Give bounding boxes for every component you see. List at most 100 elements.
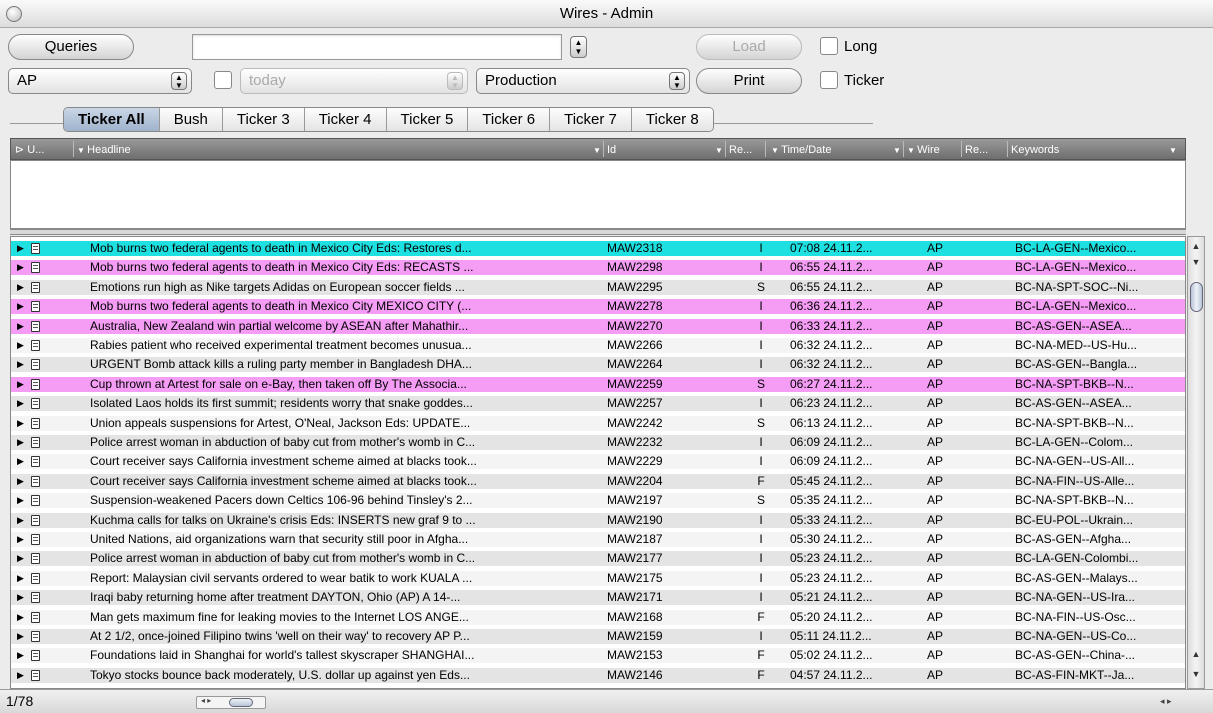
- table-row[interactable]: ▶ Mob burns two federal agents to death i…: [11, 241, 1185, 256]
- disclosure-triangle-icon[interactable]: ▶: [17, 357, 27, 372]
- pane-splitter[interactable]: [10, 229, 1186, 235]
- tab-ticker-6[interactable]: Ticker 6: [468, 108, 551, 131]
- column-header-wire[interactable]: ▼ Wire: [903, 139, 961, 159]
- row-id: MAW2242: [607, 415, 663, 430]
- table-row[interactable]: ▶ Cup thrown at Artest for sale on e-Bay,…: [11, 376, 1185, 392]
- column-header-time[interactable]: ▼ Time/Date: [767, 139, 903, 159]
- tab-ticker-3[interactable]: Ticker 3: [222, 108, 305, 131]
- column-header-headline[interactable]: ▼ Headline: [73, 139, 603, 159]
- scroll-down-arrow-icon[interactable]: ▼: [1191, 669, 1201, 679]
- table-row[interactable]: ▶ Mob burns two federal agents to death i…: [11, 299, 1185, 315]
- column-separator[interactable]: [765, 141, 766, 157]
- wire-list[interactable]: ▶ Mob burns two federal agents to death i…: [10, 236, 1186, 689]
- date-popup[interactable]: today ▲ ▼: [240, 68, 468, 94]
- tab-bush[interactable]: Bush: [159, 108, 223, 131]
- disclosure-triangle-icon[interactable]: ▶: [17, 454, 27, 469]
- long-checkbox-box[interactable]: [820, 37, 838, 55]
- row-time: 06:27 24.11.2...: [790, 376, 873, 391]
- table-row[interactable]: ▶ Isolated Laos holds its first summit; r…: [11, 396, 1185, 412]
- window-collapse-button[interactable]: [6, 6, 22, 22]
- row-revision: I: [759, 260, 763, 275]
- horizontal-scroll-thumb[interactable]: [229, 698, 253, 707]
- disclosure-triangle-icon[interactable]: ▶: [17, 280, 27, 295]
- table-row[interactable]: ▶ Tokyo stocks bounce back moderately, U.…: [11, 667, 1185, 683]
- tab-ticker-8[interactable]: Ticker 8: [631, 108, 713, 131]
- table-row[interactable]: ▶ Union appeals suspensions for Artest, O…: [11, 415, 1185, 431]
- column-menu-icon[interactable]: ▼: [889, 139, 903, 159]
- disclosure-triangle-icon[interactable]: ▶: [17, 648, 27, 663]
- queries-button[interactable]: Queries: [8, 34, 134, 60]
- scroll-up-arrow-icon[interactable]: ▲: [1191, 241, 1201, 251]
- long-checkbox[interactable]: Long: [820, 36, 877, 58]
- table-row[interactable]: ▶ Australia, New Zealand win partial welc…: [11, 318, 1185, 334]
- column-menu-icon[interactable]: ▼: [711, 139, 725, 159]
- table-row[interactable]: ▶ Kuchma calls for talks on Ukraine's cri…: [11, 512, 1185, 528]
- disclosure-triangle-icon[interactable]: ▶: [17, 435, 27, 450]
- tab-ticker-5[interactable]: Ticker 5: [386, 108, 469, 131]
- column-header-rel[interactable]: Re...: [961, 139, 1007, 159]
- table-row[interactable]: ▶ URGENT Bomb attack kills a ruling party…: [11, 357, 1185, 373]
- table-row[interactable]: ▶ At 2 1/2, once-joined Filipino twins 'w…: [11, 629, 1185, 644]
- disclosure-triangle-icon[interactable]: ▶: [17, 319, 27, 334]
- disclosure-triangle-icon[interactable]: ▶: [17, 513, 27, 528]
- disclosure-triangle-icon[interactable]: ▶: [17, 241, 27, 256]
- load-button[interactable]: Load: [696, 34, 802, 60]
- disclosure-triangle-icon[interactable]: ▶: [17, 610, 27, 625]
- disclosure-triangle-icon[interactable]: ▶: [17, 416, 27, 431]
- table-row[interactable]: ▶ Police arrest woman in abduction of bab…: [11, 551, 1185, 567]
- column-header-revision[interactable]: Re...: [725, 139, 765, 159]
- horizontal-scrollbar[interactable]: ◂ ▸: [196, 696, 266, 709]
- date-checkbox-box[interactable]: [214, 71, 232, 89]
- column-header-keywords[interactable]: Keywords: [1007, 139, 1167, 159]
- column-header-urgency[interactable]: ⊳ U...: [11, 139, 73, 159]
- horizontal-arrows-icon[interactable]: ◂ ▸: [1160, 696, 1172, 707]
- table-row[interactable]: ▶ Court receiver says California investme…: [11, 454, 1185, 470]
- date-checkbox[interactable]: [214, 70, 238, 92]
- row-revision: I: [759, 551, 763, 566]
- disclosure-triangle-icon[interactable]: ▶: [17, 590, 27, 605]
- disclosure-triangle-icon[interactable]: ▶: [17, 532, 27, 547]
- environment-popup-value: Production: [485, 72, 557, 89]
- disclosure-triangle-icon[interactable]: ▶: [17, 377, 27, 392]
- scroll-down-arrow-icon[interactable]: ▼: [1191, 257, 1201, 267]
- disclosure-triangle-icon[interactable]: ▶: [17, 338, 27, 353]
- column-header-id[interactable]: Id: [603, 139, 723, 159]
- ticker-checkbox-box[interactable]: [820, 71, 838, 89]
- scroll-up-arrow-icon[interactable]: ▲: [1191, 649, 1201, 659]
- table-row[interactable]: ▶ Iraqi baby returning home after treatme…: [11, 590, 1185, 606]
- tab-ticker-7[interactable]: Ticker 7: [550, 108, 632, 131]
- table-row[interactable]: ▶ Suspension-weakened Pacers down Celtics…: [11, 493, 1185, 509]
- tab-ticker-4[interactable]: Ticker 4: [304, 108, 387, 131]
- disclosure-triangle-icon[interactable]: ▶: [17, 396, 27, 411]
- ticker-checkbox[interactable]: Ticker: [820, 70, 884, 92]
- tab-ticker-all[interactable]: Ticker All: [64, 108, 160, 131]
- source-popup[interactable]: AP ▲ ▼: [8, 68, 192, 94]
- table-row[interactable]: ▶ Foundations laid in Shanghai for world'…: [11, 648, 1185, 664]
- table-row[interactable]: ▶ Police arrest woman in abduction of bab…: [11, 435, 1185, 450]
- table-row[interactable]: ▶ Mob burns two federal agents to death i…: [11, 260, 1185, 276]
- print-button[interactable]: Print: [696, 68, 802, 94]
- query-input[interactable]: [192, 34, 562, 60]
- disclosure-triangle-icon[interactable]: ▶: [17, 260, 27, 275]
- environment-popup[interactable]: Production ▲ ▼: [476, 68, 690, 94]
- disclosure-triangle-icon[interactable]: ▶: [17, 668, 27, 683]
- table-row[interactable]: ▶ Rabies patient who received experimenta…: [11, 338, 1185, 353]
- disclosure-triangle-icon[interactable]: ▶: [17, 493, 27, 508]
- column-menu-icon[interactable]: ▼: [1165, 139, 1179, 159]
- disclosure-triangle-icon[interactable]: ▶: [17, 629, 27, 644]
- table-row[interactable]: ▶ Court receiver says California investme…: [11, 473, 1185, 489]
- table-row[interactable]: ▶ Report: Malaysian civil servants ordere…: [11, 570, 1185, 586]
- disclosure-triangle-icon[interactable]: ▶: [17, 551, 27, 566]
- column-menu-icon[interactable]: ▼: [589, 139, 603, 159]
- disclosure-triangle-icon[interactable]: ▶: [17, 571, 27, 586]
- vertical-scrollbar[interactable]: ▲ ▼ ▲ ▼: [1187, 236, 1205, 689]
- disclosure-triangle-icon[interactable]: ▶: [17, 474, 27, 489]
- disclosure-triangle-icon[interactable]: ▶: [17, 299, 27, 314]
- table-row[interactable]: ▶ Emotions run high as Nike targets Adida…: [11, 279, 1185, 295]
- horizontal-arrows-icon[interactable]: ◂ ▸: [201, 696, 211, 705]
- table-row[interactable]: ▶ United Nations, aid organizations warn …: [11, 532, 1185, 547]
- vertical-scroll-thumb[interactable]: [1190, 282, 1203, 312]
- detail-pane[interactable]: [10, 160, 1186, 229]
- table-row[interactable]: ▶ Man gets maximum fine for leaking movie…: [11, 609, 1185, 625]
- query-stepper[interactable]: ▲ ▼: [570, 36, 587, 58]
